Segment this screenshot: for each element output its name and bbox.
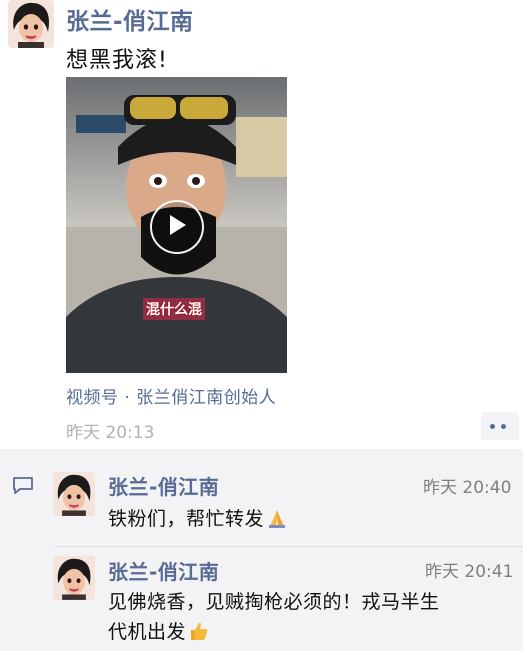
commenter-name[interactable]: 张兰-俏江南: [108, 471, 219, 500]
video-caption: 混什么混: [143, 298, 205, 320]
post-author-name[interactable]: 张兰-俏江南: [66, 2, 194, 36]
thumbs-up-emoji: [188, 620, 210, 650]
commenter-name[interactable]: 张兰-俏江南: [108, 556, 219, 585]
comment-timestamp: 昨天 20:40: [423, 478, 512, 498]
channel-link[interactable]: 视频号 · 张兰俏江南创始人: [66, 383, 276, 408]
comment-icon: [12, 476, 34, 494]
commenter-avatar[interactable]: [53, 472, 95, 516]
more-dots-icon: [490, 424, 495, 429]
comment-body: 铁粉们，帮忙转发: [108, 508, 265, 530]
comment-divider: [53, 546, 523, 547]
comment-body-line-2: 代机出发: [108, 621, 187, 643]
folded-hands-emoji: [266, 507, 288, 537]
commenter-avatar[interactable]: [53, 556, 95, 600]
play-icon: [170, 215, 186, 235]
comment-body-line-1: 见佛烧香，见贼掏枪必须的！戎马半生: [108, 591, 440, 613]
comment-text: 见佛烧香，见贼掏枪必须的！戎马半生 代机出发: [108, 587, 513, 650]
post-timestamp: 昨天 20:13: [66, 423, 155, 443]
more-options-button[interactable]: [481, 412, 519, 440]
more-dots-icon: [501, 424, 506, 429]
post-text: 想黑我滚!: [66, 48, 168, 73]
post-author-avatar[interactable]: [8, 0, 54, 48]
comment-timestamp: 昨天 20:41: [425, 562, 514, 582]
comment-text: 铁粉们，帮忙转发: [108, 504, 288, 537]
